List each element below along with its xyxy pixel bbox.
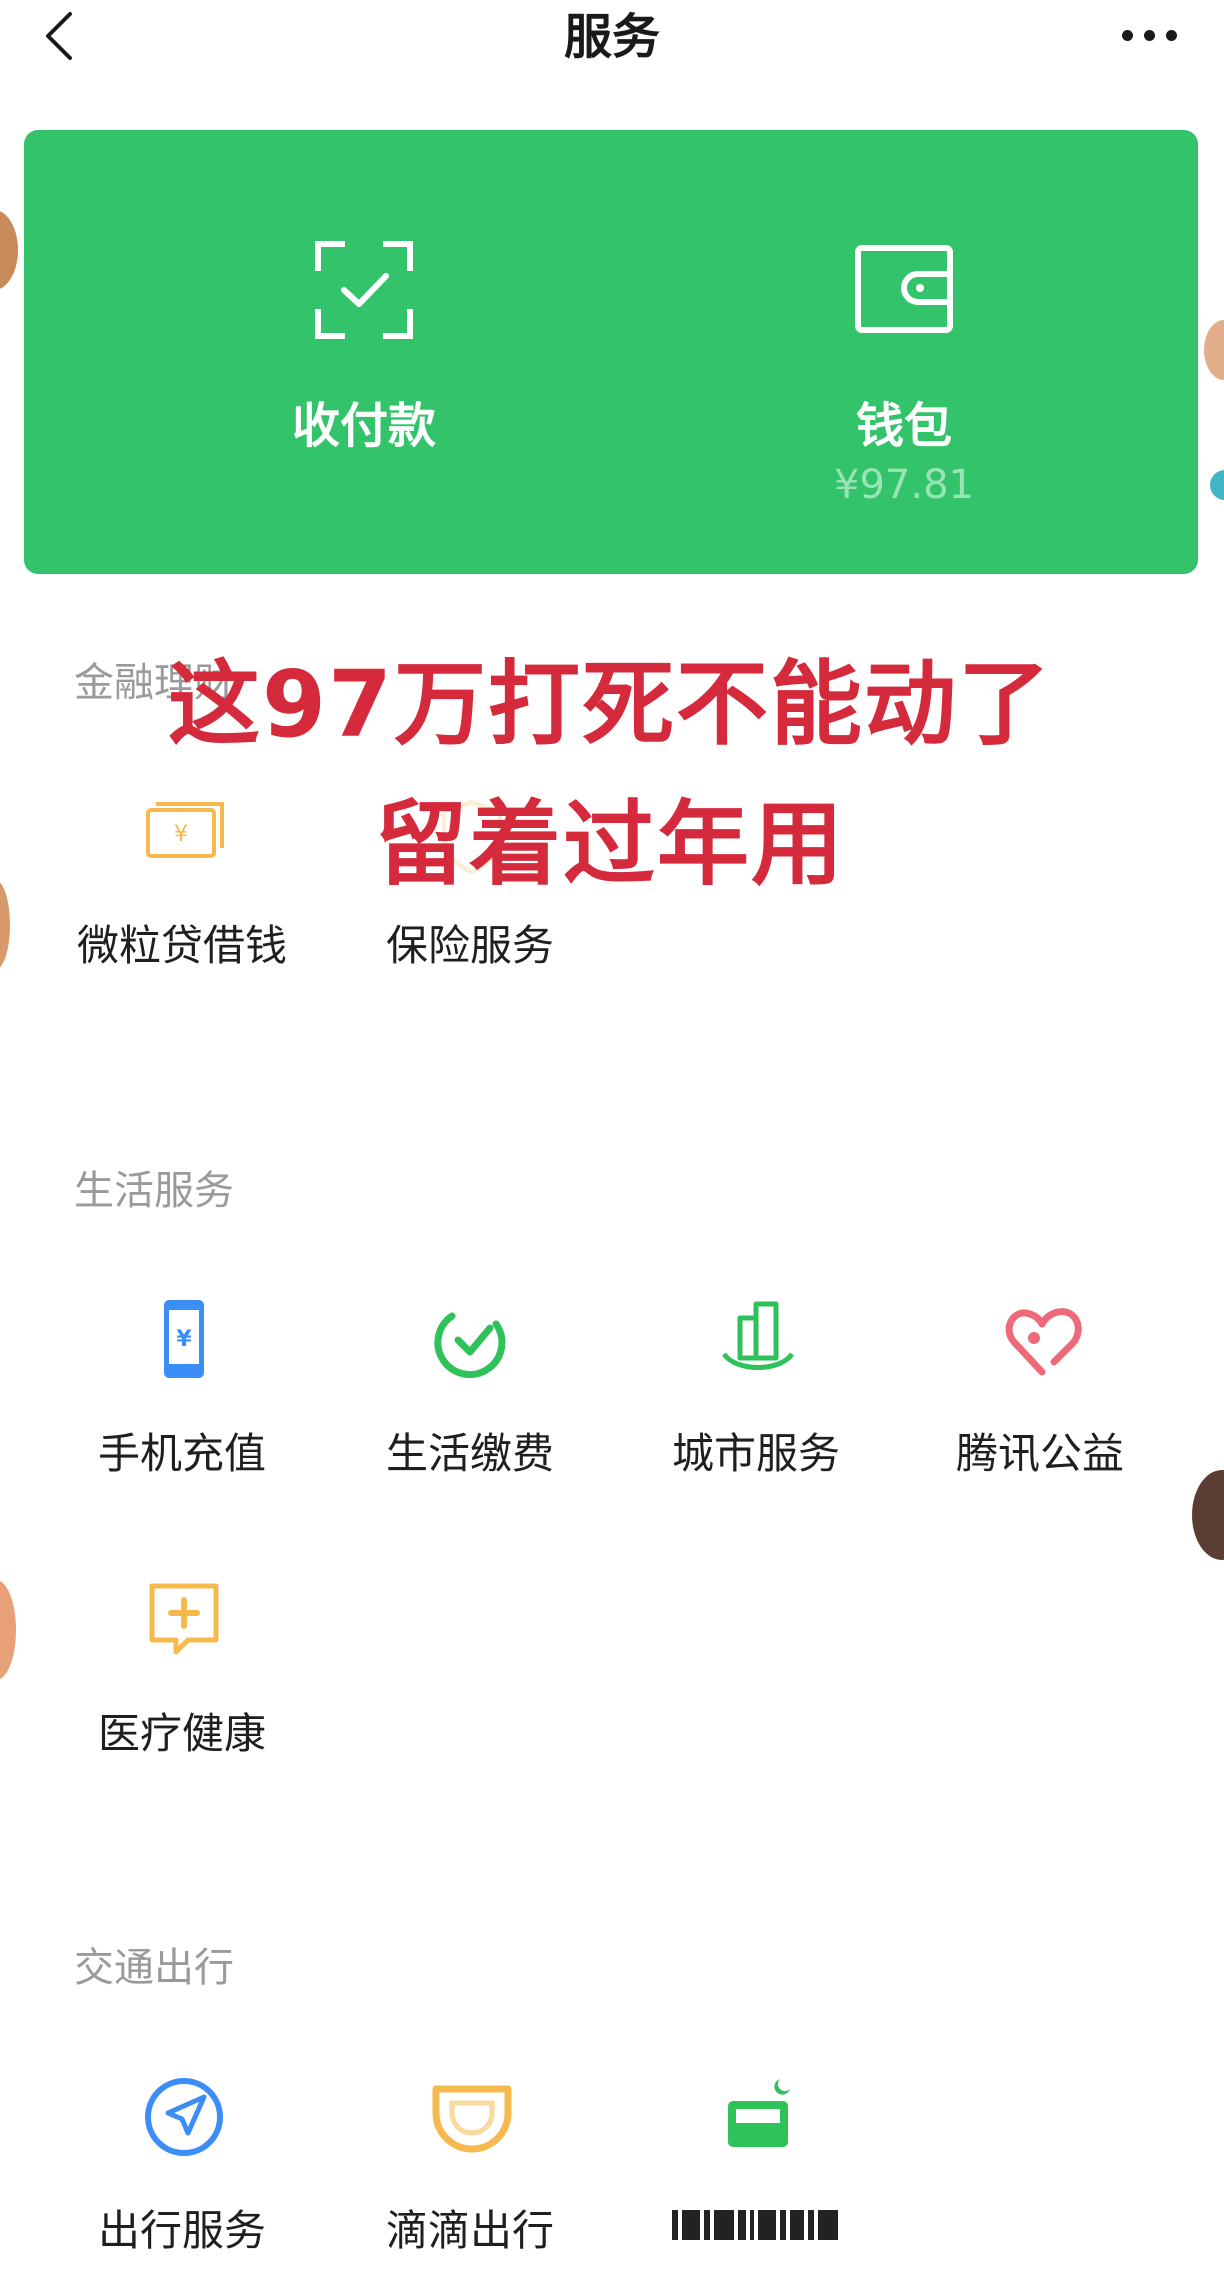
tile-didi[interactable]: 滴滴出行 — [340, 2075, 600, 2275]
tile-label: 微粒贷借钱 — [76, 921, 287, 970]
tile-label: 医疗健康 — [97, 1709, 266, 1758]
didi-icon — [432, 2085, 512, 2153]
scan-check-icon — [315, 241, 413, 339]
watermark-logo — [672, 2210, 838, 2240]
city-building-icon — [721, 1301, 795, 1370]
tile-mobile-topup[interactable]: ¥ 手机充值 — [52, 1298, 312, 1498]
tile-city-services[interactable]: 城市服务 — [626, 1298, 886, 1498]
tile-tencent-charity[interactable]: 腾讯公益 — [910, 1298, 1170, 1498]
tile-label: 出行服务 — [97, 2206, 266, 2255]
medical-plus-icon — [149, 1583, 219, 1655]
utility-payment-icon — [434, 1312, 506, 1378]
edge-sticker — [1210, 470, 1224, 500]
wallet-icon — [855, 245, 953, 333]
edge-sticker — [1192, 1470, 1224, 1560]
hotel-bed-icon — [728, 2079, 790, 2147]
edge-sticker — [1204, 320, 1224, 380]
overlay-caption-line2: 留着过年用 — [374, 791, 845, 898]
section-title-transport: 交通出行 — [74, 1945, 234, 1991]
overlay-caption-line1: 这97万打死不能动了 — [167, 651, 1053, 758]
edge-sticker — [0, 210, 18, 290]
phone-topup-icon: ¥ — [164, 1300, 204, 1378]
edge-sticker — [0, 1580, 16, 1680]
tile-label: 滴滴出行 — [385, 2206, 554, 2255]
tile-hotel[interactable] — [626, 2075, 886, 2275]
wallet-balance: ¥97.81 — [834, 462, 974, 508]
svg-text:¥: ¥ — [176, 1327, 192, 1352]
tile-label: 手机充值 — [97, 1429, 266, 1478]
pay-receive-label: 收付款 — [291, 398, 436, 454]
section-title-life: 生活服务 — [74, 1168, 234, 1214]
pay-receive-button[interactable]: 收付款 — [164, 130, 564, 574]
page-title: 服务 — [563, 9, 660, 65]
wallet-label: 钱包 — [855, 398, 952, 454]
tile-utility-payment[interactable]: 生活缴费 — [340, 1298, 600, 1498]
tile-label: 保险服务 — [385, 921, 554, 970]
edge-sticker — [0, 880, 10, 970]
charity-heart-icon — [1005, 1308, 1082, 1376]
more-options-button[interactable] — [1114, 14, 1184, 54]
tile-label: 生活缴费 — [385, 1429, 554, 1478]
navigation-arrow-icon — [145, 2078, 223, 2156]
tile-travel-services[interactable]: 出行服务 — [52, 2075, 312, 2275]
top-nav-bar: 服务 — [0, 0, 1224, 96]
payment-card: 收付款 钱包 ¥97.81 — [24, 130, 1198, 574]
tile-medical-health[interactable]: 医疗健康 — [52, 1578, 312, 1778]
tile-label: 腾讯公益 — [955, 1429, 1124, 1478]
tile-label: 城市服务 — [671, 1429, 840, 1478]
wallet-button[interactable]: 钱包 ¥97.81 — [704, 130, 1104, 574]
